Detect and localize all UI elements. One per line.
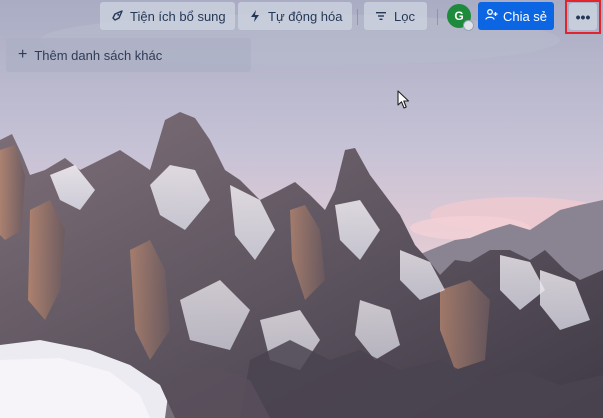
board-header: Tiện ích bổ sung Tự động hóa Lọc G Chia … — [0, 0, 603, 36]
automation-label: Tự động hóa — [268, 8, 343, 24]
filter-button[interactable]: Lọc — [364, 2, 427, 30]
powerups-label: Tiện ích bổ sung — [130, 8, 226, 24]
avatar-initial: G — [454, 9, 464, 23]
plus-icon: + — [18, 46, 28, 63]
powerups-button[interactable]: Tiện ích bổ sung — [100, 2, 235, 30]
share-label: Chia sẻ — [502, 8, 548, 24]
filter-icon — [374, 9, 388, 23]
add-person-icon — [485, 8, 498, 24]
mouse-cursor-icon — [397, 90, 411, 110]
add-list-button[interactable]: + Thêm danh sách khác — [6, 38, 251, 72]
add-list-label: Thêm danh sách khác — [34, 47, 163, 63]
lightning-icon — [248, 9, 262, 23]
highlight-box — [565, 0, 601, 34]
rocket-icon — [110, 9, 124, 23]
toolbar-divider — [357, 9, 358, 25]
filter-label: Lọc — [394, 8, 415, 24]
share-button[interactable]: Chia sẻ — [478, 2, 554, 30]
member-avatar[interactable]: G — [447, 4, 474, 31]
toolbar-divider — [437, 9, 438, 25]
automation-button[interactable]: Tự động hóa — [238, 2, 352, 30]
admin-badge-icon — [463, 20, 474, 31]
